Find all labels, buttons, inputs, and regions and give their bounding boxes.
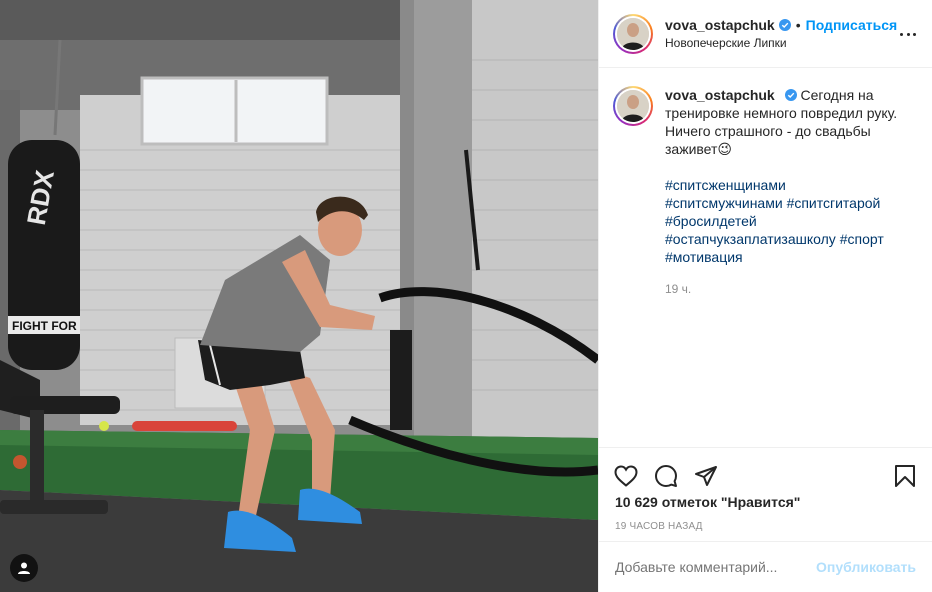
svg-text:FIGHT FOR: FIGHT FOR [12, 319, 77, 333]
bookmark-icon[interactable] [892, 463, 918, 489]
hashtag-link[interactable]: #бросилдетей [665, 213, 757, 229]
post-photo[interactable]: RDX FIGHT FOR [0, 0, 598, 592]
separator-dot: • [795, 17, 801, 33]
more-options-icon[interactable] [900, 24, 916, 44]
paper-plane-icon[interactable] [693, 463, 719, 489]
caption-avatar[interactable] [613, 86, 653, 126]
hashtag-list: #спитсженщинами #спитсмужчинами #спитсги… [665, 176, 915, 266]
caption-block: vova_ostapchuk Сегодня на тренировке нем… [599, 68, 932, 298]
gym-photo-illustration: RDX FIGHT FOR [0, 0, 598, 592]
post-timestamp[interactable]: 19 ЧАСОВ НАЗАД [599, 521, 932, 532]
hashtag-link[interactable]: #остапчукзаплатизашколу [665, 231, 836, 247]
verified-badge-icon [784, 89, 797, 101]
caption-timestamp[interactable]: 19 ч. [665, 280, 915, 298]
publish-button[interactable]: Опубликовать [816, 559, 916, 575]
heart-icon[interactable] [613, 463, 639, 489]
follow-button[interactable]: Подписаться [806, 17, 898, 33]
action-bar: 10 629 отметок "Нравится" 19 ЧАСОВ НАЗАД [599, 447, 932, 532]
comment-input[interactable] [615, 559, 817, 575]
hashtag-link[interactable]: #мотивация [665, 249, 743, 265]
comment-form: Опубликовать [599, 541, 932, 592]
hashtag-link[interactable]: #спитсгитарой [787, 195, 881, 211]
caption-username[interactable]: vova_ostapchuk [665, 87, 775, 103]
hashtag-link[interactable]: #спорт [840, 231, 884, 247]
comment-bubble-icon[interactable] [653, 463, 679, 489]
user-tag-icon[interactable] [10, 554, 38, 582]
location-link[interactable]: Новопечерские Липки [665, 36, 897, 50]
post-sidebar: vova_ostapchuk • Подписаться Новопечерск… [598, 0, 932, 592]
username-link[interactable]: vova_ostapchuk [665, 17, 775, 33]
hashtag-link[interactable]: #спитсженщинами [665, 177, 786, 193]
likes-count[interactable]: 10 629 отметок "Нравится" [599, 494, 932, 510]
post-header: vova_ostapchuk • Подписаться Новопечерск… [599, 0, 932, 68]
avatar[interactable] [613, 13, 653, 54]
verified-badge-icon [778, 19, 791, 31]
hashtag-link[interactable]: #спитсмужчинами [665, 195, 783, 211]
